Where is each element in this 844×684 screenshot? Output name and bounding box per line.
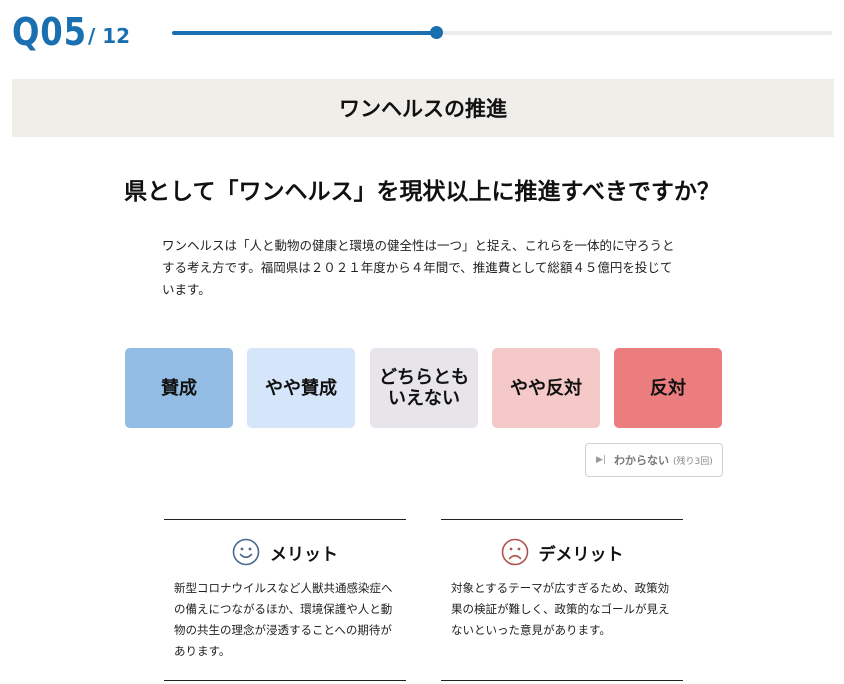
answer-agree-button[interactable]: 賛成 <box>125 348 233 428</box>
answer-label: やや反対 <box>510 377 582 399</box>
question-title: 県として「ワンヘルス」を現状以上に推進すべきですか？ <box>124 179 720 205</box>
question-counter: Q05 / 12 <box>12 10 130 54</box>
merit-panel: メリット 新型コロナウイルスなど人獣共通感染症への備えにつながるほか、環境保護や… <box>164 519 406 681</box>
skip-button[interactable]: ▶| わからない (残り3回) <box>585 443 723 477</box>
question-explanation: ワンヘルスは「人と動物の健康と環境の健全性は一つ」と捉え、これらを一体的に守ろう… <box>162 238 675 297</box>
answer-label: どちらとも いえない <box>379 367 469 409</box>
smile-icon <box>232 538 260 566</box>
answer-neutral-button[interactable]: どちらとも いえない <box>370 348 478 428</box>
answer-disagree-button[interactable]: 反対 <box>614 348 722 428</box>
progress-bar <box>172 26 832 39</box>
skip-remaining: (残り3回) <box>672 456 713 467</box>
demerit-text: 対象とするテーマが広すぎるため、政策効果の検証が難しく、政策的なゴールが見えない… <box>451 581 670 637</box>
progress-handle <box>430 26 443 39</box>
category-banner: ワンヘルスの推進 <box>12 79 834 137</box>
merit-header: メリット <box>164 538 406 566</box>
question-total: / 12 <box>88 24 131 48</box>
frown-icon <box>501 538 528 566</box>
merit-text: 新型コロナウイルスなど人獣共通感染症への備えにつながるほか、環境保護や人と動物の… <box>174 581 393 658</box>
skip-label: わからない <box>613 454 669 467</box>
question-number: Q05 <box>12 10 87 54</box>
demerit-title: デメリット <box>538 544 624 565</box>
merit-title: メリット <box>270 544 338 565</box>
answer-somewhat-disagree-button[interactable]: やや反対 <box>492 348 600 428</box>
demerit-panel: デメリット 対象とするテーマが広すぎるため、政策効果の検証が難しく、政策的なゴー… <box>441 519 683 681</box>
answer-label: 反対 <box>650 377 686 399</box>
demerit-header: デメリット <box>441 538 683 566</box>
progress-fill <box>172 31 436 35</box>
answer-somewhat-agree-button[interactable]: やや賛成 <box>247 348 355 428</box>
play-icon: ▶| <box>596 455 606 465</box>
answer-label: やや賛成 <box>265 377 337 399</box>
answer-label: 賛成 <box>161 377 197 399</box>
